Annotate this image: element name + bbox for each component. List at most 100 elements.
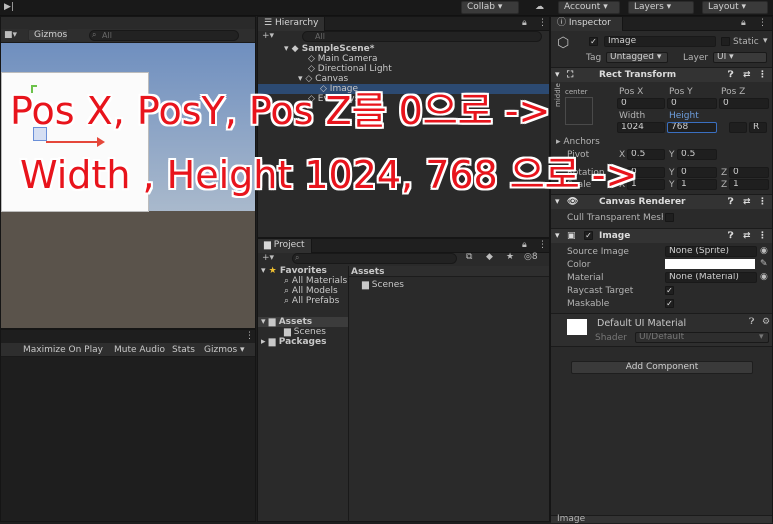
filter-type-icon[interactable]: ⧉: [466, 252, 472, 262]
annotation-line-1: Pos X, PosY, Pos Z를 0으로 ->: [10, 89, 551, 133]
raw-edit-button[interactable]: R: [749, 122, 767, 133]
favorite-item[interactable]: ⌕ All Models: [284, 286, 338, 296]
mute-audio-toggle[interactable]: Mute Audio: [114, 345, 165, 355]
filter-label-icon[interactable]: ◆: [486, 252, 493, 262]
account-button[interactable]: Account ▾: [558, 1, 620, 14]
hierarchy-item-main-camera[interactable]: ◇ Main Camera: [308, 54, 377, 64]
collab-button[interactable]: Collab ▾: [461, 1, 519, 14]
pivot-y-field[interactable]: 0.5: [677, 149, 717, 160]
packages-folder[interactable]: ▸ ▆ Packages: [261, 337, 326, 347]
preset-icon[interactable]: ⇄: [743, 229, 751, 243]
material-field[interactable]: None (Material): [665, 272, 757, 283]
project-search-input[interactable]: [292, 253, 457, 264]
hierarchy-item-directional-light[interactable]: ◇ Directional Light: [308, 64, 392, 74]
image-component-icon: ▣: [567, 231, 576, 241]
height-field[interactable]: 768: [667, 122, 717, 133]
cloud-icon[interactable]: ☁: [535, 2, 544, 12]
layout-button[interactable]: Layout ▾: [702, 1, 768, 14]
project-add-button[interactable]: +▾: [262, 253, 274, 263]
shader-dropdown[interactable]: UI/Default: [635, 332, 769, 343]
eyedropper-icon[interactable]: ✎: [760, 259, 768, 269]
step-icon[interactable]: ▶︎|: [4, 2, 14, 12]
static-dropdown-icon[interactable]: ▾: [763, 36, 768, 46]
scale-z-field[interactable]: 1: [729, 179, 769, 190]
rot-z-field[interactable]: 0: [729, 167, 769, 178]
color-swatch[interactable]: [665, 259, 755, 269]
tab-inspector[interactable]: ⓘ Inspector: [551, 17, 623, 31]
tag-label: Tag: [586, 53, 602, 63]
favorite-star-icon[interactable]: ★: [506, 252, 514, 262]
rot-y-field[interactable]: 0: [677, 167, 717, 178]
help-icon[interactable]: ❓︎: [749, 317, 754, 327]
layers-button[interactable]: Layers ▾: [628, 1, 694, 14]
preset-icon[interactable]: ⇄: [743, 68, 751, 82]
cull-transparent-checkbox[interactable]: [665, 213, 674, 222]
game-gizmos-label: Gizmos: [204, 345, 238, 355]
help-icon[interactable]: ❓︎: [728, 195, 733, 209]
favorite-item[interactable]: ⌕ All Prefabs: [284, 296, 339, 306]
lock-icon[interactable]: 🔒︎: [522, 18, 527, 28]
hidden-packages-icon[interactable]: ◎8: [524, 252, 538, 262]
component-menu-icon[interactable]: ⋮: [758, 195, 767, 209]
tab-hierarchy[interactable]: ☰ Hierarchy: [258, 17, 326, 31]
image-enabled-checkbox[interactable]: ✓: [584, 231, 593, 240]
project-menu-icon[interactable]: ⋮: [538, 240, 547, 250]
source-image-field[interactable]: None (Sprite): [665, 246, 757, 257]
scenes-folder[interactable]: ▆ Scenes: [284, 327, 326, 337]
raycast-target-checkbox[interactable]: ✓: [665, 286, 674, 295]
favorite-item[interactable]: ⌕ All Materials: [284, 276, 347, 286]
layer-dropdown[interactable]: UI ▾: [713, 52, 767, 63]
hierarchy-tab-label: Hierarchy: [274, 18, 319, 28]
rot-y-axis: Y: [669, 168, 675, 178]
active-checkbox[interactable]: ✓: [589, 37, 598, 46]
scale-z-axis: Z: [721, 180, 728, 190]
rect-transform-header[interactable]: ▾ ⛶ Rect Transform ❓︎ ⇄ ⋮: [551, 67, 772, 82]
scene-gizmos-button[interactable]: Gizmos ▾: [28, 29, 68, 51]
pos-x-field[interactable]: 0: [617, 98, 665, 109]
move-gizmo-x-arrow[interactable]: [46, 141, 101, 143]
hierarchy-search-input[interactable]: All: [302, 31, 542, 42]
lock-icon[interactable]: 🔒︎: [522, 240, 527, 250]
object-name-field[interactable]: Image: [604, 36, 716, 47]
object-picker-icon[interactable]: ◉: [760, 246, 768, 256]
tab-project[interactable]: ▆ Project: [258, 239, 312, 253]
assets-folder[interactable]: ▾ ▆ Assets: [261, 317, 312, 327]
game-gizmos-button[interactable]: Gizmos ▾: [204, 345, 245, 355]
scene-search-input[interactable]: All: [89, 30, 239, 41]
component-menu-icon[interactable]: ⋮: [758, 68, 767, 82]
hierarchy-item-scene[interactable]: ▾ ◆ SampleScene*: [284, 44, 374, 54]
static-checkbox[interactable]: [721, 37, 730, 46]
hierarchy-add-button[interactable]: +▾: [262, 31, 274, 41]
gameobject-cube-icon: ⬡: [557, 35, 570, 51]
game-menu-icon[interactable]: ⋮: [245, 331, 254, 341]
pos-y-field[interactable]: 0: [667, 98, 717, 109]
lock-icon[interactable]: 🔒︎: [741, 18, 746, 28]
inspector-menu-icon[interactable]: ⋮: [758, 18, 767, 28]
material-preview: [567, 319, 587, 335]
preset-icon[interactable]: ⇄: [743, 195, 751, 209]
maximize-on-play-toggle[interactable]: Maximize On Play: [23, 345, 103, 355]
pos-z-field[interactable]: 0: [719, 98, 769, 109]
favorites-folder[interactable]: ▾ ★ Favorites: [261, 266, 327, 276]
annotation-line-2: Width , Height 1024, 768 으로 ->: [20, 153, 638, 197]
tag-dropdown[interactable]: Untagged ▾: [606, 52, 668, 63]
maskable-checkbox[interactable]: ✓: [665, 299, 674, 308]
blueprint-mode-button[interactable]: [729, 122, 747, 133]
width-field[interactable]: 1024: [617, 122, 665, 133]
gear-icon[interactable]: ⚙: [762, 317, 770, 327]
height-label: Height: [669, 111, 699, 121]
component-menu-icon[interactable]: ⋮: [758, 229, 767, 243]
hierarchy-menu-icon[interactable]: ⋮: [538, 18, 547, 28]
image-component-header[interactable]: ▾ ▣ ✓ Image ❓︎ ⇄ ⋮: [551, 228, 772, 243]
assets-breadcrumb[interactable]: Assets: [351, 267, 384, 277]
scale-y-field[interactable]: 1: [677, 179, 717, 190]
add-component-button[interactable]: Add Component: [571, 361, 753, 374]
scenes-folder-item[interactable]: ▆ Scenes: [362, 280, 404, 290]
help-icon[interactable]: ❓︎: [728, 229, 733, 243]
project-tab-label: Project: [273, 240, 305, 250]
camera-icon[interactable]: ■▾: [4, 30, 17, 40]
help-icon[interactable]: ❓︎: [728, 68, 733, 82]
object-picker-icon[interactable]: ◉: [760, 272, 768, 282]
anchor-preset-button[interactable]: [565, 97, 593, 125]
stats-toggle[interactable]: Stats: [172, 345, 195, 355]
